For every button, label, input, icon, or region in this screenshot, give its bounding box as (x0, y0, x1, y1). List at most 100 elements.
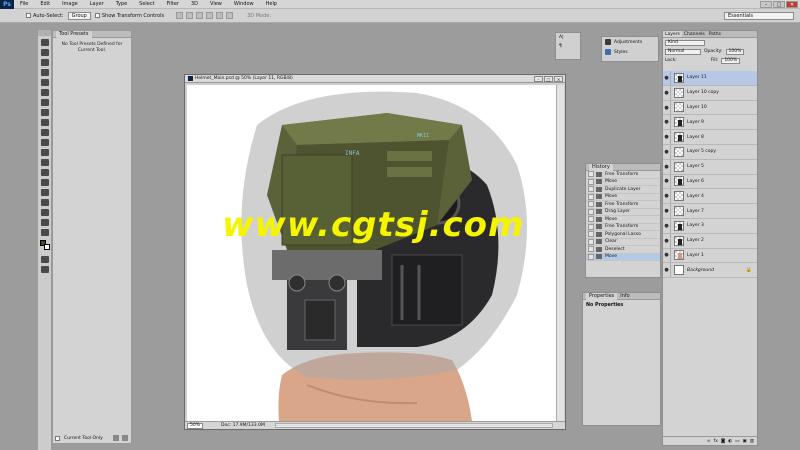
align-middle-icon[interactable] (186, 12, 194, 19)
visibility-eye-icon[interactable]: ● (663, 174, 671, 189)
show-transform-checkbox[interactable] (94, 13, 100, 18)
opacity-field[interactable]: 100% (725, 48, 745, 55)
layer-row[interactable]: ● Layer 6 (663, 174, 757, 190)
menu-window[interactable]: Window (228, 1, 260, 7)
color-swatches[interactable] (39, 240, 50, 250)
minimize-button[interactable]: – (760, 1, 772, 8)
stamp-tool-icon[interactable] (40, 119, 49, 126)
visibility-eye-icon[interactable]: ● (663, 218, 671, 233)
brush-tool-icon[interactable] (40, 109, 49, 116)
layer-row-background[interactable]: ● Background 🔒 (663, 263, 757, 279)
layer-row[interactable]: ● Layer 10 (663, 100, 757, 116)
align-center-icon[interactable] (216, 12, 224, 19)
path-select-tool-icon[interactable] (40, 199, 49, 206)
visibility-eye-icon[interactable]: ● (663, 233, 671, 248)
close-button[interactable]: ✕ (786, 1, 798, 8)
layer-row[interactable]: ● Layer 2 (663, 233, 757, 249)
menu-image[interactable]: Image (56, 1, 84, 7)
mask-icon[interactable]: ◙ (721, 439, 725, 444)
tab-info[interactable]: Info (617, 293, 632, 299)
align-right-icon[interactable] (226, 12, 234, 19)
dodge-tool-icon[interactable] (40, 169, 49, 176)
history-snapshot-checkbox[interactable] (588, 231, 594, 238)
visibility-eye-icon[interactable]: ● (663, 248, 671, 263)
history-item[interactable]: Clear (586, 238, 660, 246)
layer-row[interactable]: ● Layer 10 copy (663, 85, 757, 101)
background-color-swatch[interactable] (43, 244, 50, 250)
document-canvas[interactable]: INFA MKII (187, 85, 557, 421)
history-snapshot-checkbox[interactable] (588, 171, 594, 178)
history-item-selected[interactable]: Move (586, 253, 660, 261)
healing-tool-icon[interactable] (40, 99, 49, 106)
history-snapshot-checkbox[interactable] (588, 193, 594, 200)
visibility-eye-icon[interactable]: ● (663, 100, 671, 115)
doc-minimize-button[interactable]: – (534, 76, 543, 82)
quick-mask-icon[interactable] (40, 256, 49, 263)
styles-panel-button[interactable]: Styles (602, 47, 658, 57)
doc-close-button[interactable]: ✕ (554, 76, 563, 82)
menu-help[interactable]: Help (260, 1, 283, 7)
auto-select-toggle[interactable]: Auto-Select: (26, 13, 64, 19)
visibility-eye-icon[interactable]: ● (663, 85, 671, 100)
layer-row[interactable]: ● Layer 9 (663, 115, 757, 131)
tab-history[interactable]: History (589, 163, 613, 171)
current-tool-only-checkbox[interactable] (55, 436, 60, 441)
adjustments-panel-button[interactable]: Adjustments (602, 37, 658, 47)
menu-view[interactable]: View (204, 1, 228, 7)
history-snapshot-checkbox[interactable] (588, 223, 594, 230)
lasso-tool-icon[interactable] (40, 59, 49, 66)
doc-size-info[interactable]: Doc: 17.9M/133.0M (221, 423, 265, 428)
doc-maximize-button[interactable]: □ (544, 76, 553, 82)
layer-row[interactable]: ● Layer 4 (663, 189, 757, 205)
menu-3d[interactable]: 3D (185, 1, 204, 7)
fill-field[interactable]: 100% (721, 57, 741, 64)
auto-select-dropdown[interactable]: Group (67, 11, 91, 20)
layer-row[interactable]: ● Layer 11 (663, 70, 757, 86)
tab-properties[interactable]: Properties (586, 292, 618, 300)
history-snapshot-checkbox[interactable] (588, 238, 594, 245)
visibility-eye-icon[interactable]: ● (663, 189, 671, 204)
eraser-tool-icon[interactable] (40, 139, 49, 146)
align-left-icon[interactable] (206, 12, 214, 19)
layer-row[interactable]: ● Layer 7 (663, 204, 757, 219)
paragraph-panel-button[interactable]: ¶ (556, 42, 580, 51)
trash-icon[interactable]: ▥ (750, 439, 754, 444)
workspace-dropdown[interactable]: Essentials (724, 12, 794, 20)
visibility-eye-icon[interactable]: ● (663, 263, 671, 278)
screen-mode-icon[interactable] (40, 266, 49, 273)
history-item[interactable]: Deselect (586, 246, 660, 254)
layer-row[interactable]: ● Layer 5 (663, 159, 757, 175)
history-item[interactable]: Polygonal Lasso (586, 231, 660, 239)
visibility-eye-icon[interactable]: ● (663, 115, 671, 130)
history-item[interactable]: Free Transform (586, 201, 660, 209)
layer-row[interactable]: ● Layer 1 (663, 248, 757, 264)
menu-layer[interactable]: Layer (84, 1, 110, 7)
history-brush-tool-icon[interactable] (40, 129, 49, 136)
menu-type[interactable]: Type (110, 1, 133, 7)
menu-select[interactable]: Select (133, 1, 160, 7)
blend-mode-dropdown[interactable]: Normal (665, 48, 701, 55)
auto-select-checkbox[interactable] (26, 13, 31, 18)
layer-row[interactable]: ● Layer 3 (663, 218, 757, 234)
vertical-scrollbar[interactable] (556, 85, 564, 421)
type-tool-icon[interactable] (40, 189, 49, 196)
move-tool-icon[interactable] (40, 39, 49, 46)
link-icon[interactable]: ∞ (707, 439, 711, 444)
history-snapshot-checkbox[interactable] (588, 246, 594, 253)
zoom-tool-icon[interactable] (40, 229, 49, 236)
history-item[interactable]: Duplicate Layer (586, 186, 660, 194)
history-item[interactable]: Move (586, 178, 660, 186)
pen-tool-icon[interactable] (40, 179, 49, 186)
visibility-eye-icon[interactable]: ● (663, 159, 671, 174)
history-snapshot-checkbox[interactable] (588, 208, 594, 215)
shape-tool-icon[interactable] (40, 209, 49, 216)
new-preset-icon[interactable] (113, 435, 119, 441)
history-item[interactable]: Move (586, 193, 660, 201)
hand-tool-icon[interactable] (40, 219, 49, 226)
menu-edit[interactable]: Edit (34, 1, 56, 7)
align-bottom-icon[interactable] (196, 12, 204, 19)
menu-file[interactable]: File (14, 1, 34, 7)
history-snapshot-checkbox[interactable] (588, 201, 594, 208)
layer-row[interactable]: ● Layer 8 (663, 130, 757, 145)
folder-icon[interactable]: ▭ (735, 439, 739, 444)
